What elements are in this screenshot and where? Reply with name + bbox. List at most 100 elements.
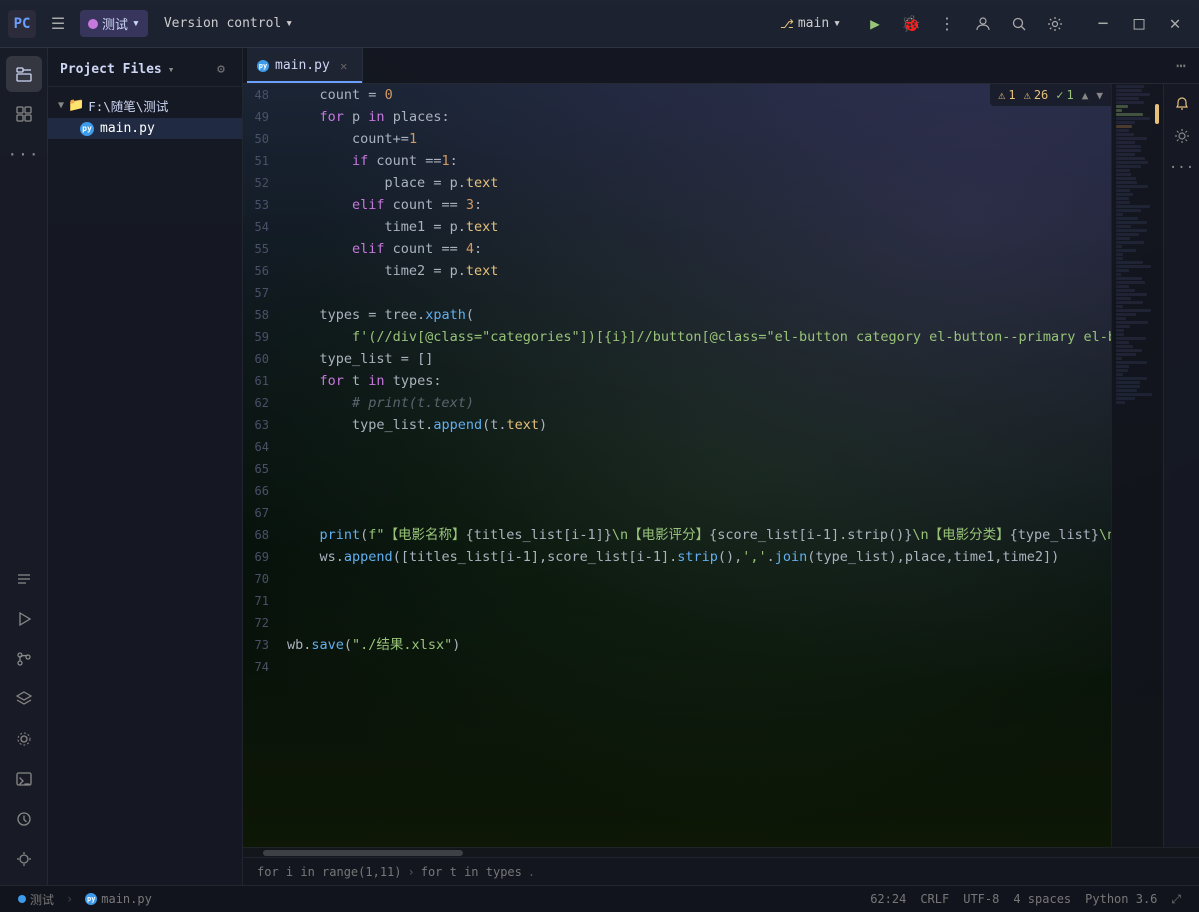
warning-badge: ⚠ 1 [998, 88, 1015, 102]
status-line-ending[interactable]: CRLF [914, 890, 955, 908]
status-indent[interactable]: 4 spaces [1007, 890, 1077, 908]
code-line: 51 if count ==1: [243, 150, 1111, 172]
line-content[interactable]: ws.append([titles_list[i-1],score_list[i… [283, 546, 1111, 568]
line-content[interactable] [283, 502, 1111, 524]
sidebar-item-git[interactable] [6, 641, 42, 677]
hamburger-menu-button[interactable]: ☰ [44, 10, 72, 38]
right-panel-sun[interactable] [1168, 122, 1196, 150]
sidebar-item-bookmarks[interactable] [6, 841, 42, 877]
tab-more-button[interactable]: ⋯ [1167, 52, 1195, 80]
line-content[interactable] [283, 590, 1111, 612]
branch-selector[interactable]: ⎇ main ▾ [770, 12, 851, 35]
file-item-main-py[interactable]: py main.py [48, 118, 242, 139]
status-encoding[interactable]: UTF-8 [957, 890, 1005, 908]
line-content[interactable]: place = p.text [283, 172, 1111, 194]
tab-close-button[interactable]: ✕ [336, 58, 352, 74]
status-position[interactable]: 62:24 [864, 890, 912, 908]
status-right: 62:24 CRLF UTF-8 4 spaces Python 3.6 ⤢ [864, 890, 1187, 909]
vcs-button[interactable]: Version control ▾ [156, 12, 301, 35]
search-button[interactable] [1003, 8, 1035, 40]
line-content[interactable] [283, 436, 1111, 458]
status-cursor-position: 62:24 [870, 892, 906, 906]
line-content[interactable] [283, 612, 1111, 634]
sidebar-item-todo[interactable] [6, 561, 42, 597]
line-content[interactable] [283, 568, 1111, 590]
status-utf8: UTF-8 [963, 892, 999, 906]
line-content[interactable] [283, 480, 1111, 502]
sidebar-item-project-files[interactable] [6, 56, 42, 92]
sidebar-item-structure[interactable] [6, 96, 42, 132]
scrollbar-thumb[interactable] [263, 850, 463, 856]
horizontal-scrollbar[interactable] [243, 847, 1199, 857]
status-expand[interactable]: ⤢ [1165, 890, 1187, 909]
sidebar-item-history[interactable] [6, 801, 42, 837]
project-files-title[interactable]: Project Files ▾ [60, 62, 174, 77]
close-button[interactable]: ✕ [1159, 8, 1191, 40]
line-content[interactable]: type_list = [] [283, 348, 1111, 370]
line-content[interactable]: if count ==1: [283, 150, 1111, 172]
project-selector[interactable]: 测试 ▾ [80, 10, 148, 37]
more-actions-button[interactable]: ⋮ [931, 8, 963, 40]
run-button[interactable]: ▶ [859, 8, 891, 40]
line-number: 63 [243, 414, 283, 436]
line-number: 66 [243, 480, 283, 502]
vcs-dropdown-icon: ▾ [285, 16, 293, 31]
line-content[interactable]: elif count == 3: [283, 194, 1111, 216]
info-badge: ⚠ 26 [1024, 88, 1049, 102]
file-panel-settings-button[interactable]: ⚙ [210, 58, 232, 80]
folder-item-root[interactable]: ▼ 📁 F:\随笔\测试 [48, 93, 242, 118]
sidebar-item-layers[interactable] [6, 681, 42, 717]
code-line: 48 count = 0 [243, 84, 1111, 106]
project-color-dot [88, 19, 98, 29]
code-lines: 48 count = 049 for p in places:50 count+… [243, 84, 1111, 847]
line-content[interactable]: f'(//div[@class="categories"])[{i}]//but… [283, 326, 1111, 348]
minimize-button[interactable]: − [1087, 8, 1119, 40]
line-content[interactable]: types = tree.xpath( [283, 304, 1111, 326]
line-content[interactable]: count = 0 [283, 84, 1111, 106]
line-content[interactable]: wb.save("./结果.xlsx") [283, 634, 1111, 656]
debug-button[interactable]: 🐞 [895, 8, 927, 40]
maximize-button[interactable]: □ [1123, 8, 1155, 40]
tab-main-py[interactable]: py main.py ✕ [247, 48, 363, 83]
line-content[interactable]: elif count == 4: [283, 238, 1111, 260]
line-content[interactable] [283, 458, 1111, 480]
fold-button[interactable]: ▲ [1082, 89, 1089, 102]
line-content[interactable]: for t in types: [283, 370, 1111, 392]
line-content[interactable]: time1 = p.text [283, 216, 1111, 238]
line-content[interactable]: # print(t.text) [283, 392, 1111, 414]
profile-button[interactable] [967, 8, 999, 40]
code-line: 59 f'(//div[@class="categories"])[{i}]//… [243, 326, 1111, 348]
right-panel-notifications[interactable] [1168, 90, 1196, 118]
code-line: 57 [243, 282, 1111, 304]
code-line: 63 type_list.append(t.text) [243, 414, 1111, 436]
branch-icon: ⎇ [780, 17, 794, 31]
tab-bar: py main.py ✕ ⋯ [243, 48, 1199, 84]
code-line: 52 place = p.text [243, 172, 1111, 194]
sidebar-item-terminal[interactable] [6, 761, 42, 797]
line-content[interactable]: for p in places: [283, 106, 1111, 128]
line-content[interactable] [283, 282, 1111, 304]
folder-name: F:\随笔\测试 [88, 96, 168, 115]
status-language[interactable]: Python 3.6 [1079, 890, 1163, 908]
line-content[interactable] [283, 656, 1111, 678]
status-project[interactable]: 测试 [12, 889, 60, 910]
sidebar-item-run-debug[interactable] [6, 601, 42, 637]
code-editor[interactable]: ⚠ 1 ⚠ 26 ✓ 1 ▲ ▼ 48 coun [243, 84, 1111, 847]
status-filename[interactable]: py main.py [79, 890, 158, 908]
line-content[interactable]: count+=1 [283, 128, 1111, 150]
line-content[interactable]: type_list.append(t.text) [283, 414, 1111, 436]
sidebar-item-stream[interactable] [6, 721, 42, 757]
ok-icon: ✓ [1056, 88, 1063, 102]
line-content[interactable]: time2 = p.text [283, 260, 1111, 282]
line-number: 64 [243, 436, 283, 458]
sidebar-item-more[interactable]: ··· [6, 136, 42, 172]
settings-button[interactable] [1039, 8, 1071, 40]
code-line: 55 elif count == 4: [243, 238, 1111, 260]
expand-button[interactable]: ▼ [1096, 89, 1103, 102]
right-panel-more[interactable]: ··· [1168, 154, 1196, 182]
icon-sidebar: ··· [0, 48, 48, 885]
line-content[interactable]: print(f"【电影名称】{titles_list[i-1]}\n【电影评分】… [283, 524, 1111, 546]
line-number: 73 [243, 634, 283, 656]
minimap[interactable]: // Generate minimap lines const minimap … [1111, 84, 1163, 847]
code-line: 54 time1 = p.text [243, 216, 1111, 238]
